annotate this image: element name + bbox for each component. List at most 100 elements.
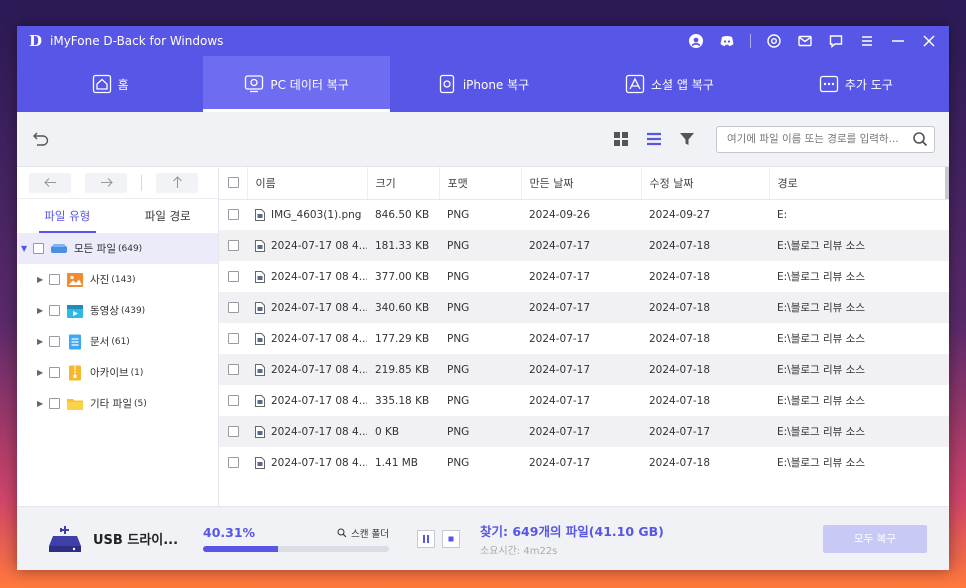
checkbox[interactable]	[33, 243, 44, 254]
tree-count: (143)	[111, 274, 136, 285]
stop-button[interactable]	[442, 529, 460, 548]
row-checkbox-cell[interactable]	[219, 385, 247, 416]
row-checkbox[interactable]	[228, 395, 239, 406]
col-size[interactable]: 크기	[367, 167, 440, 200]
table-body: IMG_4603(1).png 846.50 KB PNG 2024-09-26 202…	[219, 199, 949, 478]
row-checkbox-cell[interactable]	[219, 416, 247, 447]
collapse-triangle-icon[interactable]: ▶	[37, 368, 47, 377]
tree-item-other-files[interactable]: ▶ 기타 파일 (5)	[17, 388, 218, 419]
mail-icon[interactable]	[797, 33, 813, 49]
table-row[interactable]: 2024-07-17 08 4... 340.60 KB PNG 2024-07-17…	[219, 292, 949, 323]
grid-view-icon[interactable]	[613, 131, 629, 147]
table-row[interactable]: 2024-07-17 08 4... 377.00 KB PNG 2024-07-17…	[219, 261, 949, 292]
file-name: 2024-07-17 08 4...	[271, 363, 367, 376]
menu-icon[interactable]	[859, 33, 875, 49]
checkbox[interactable]	[49, 398, 60, 409]
table-row[interactable]: 2024-07-17 08 4... 0 KB PNG 2024-07-17 2024-…	[219, 416, 949, 447]
file-name: 2024-07-17 08 4...	[271, 394, 367, 407]
col-created[interactable]: 만든 날짜	[521, 167, 642, 200]
discord-icon[interactable]	[719, 33, 735, 49]
collapse-triangle-icon[interactable]: ▶	[37, 306, 47, 315]
stop-icon	[448, 536, 454, 541]
tab-file-type[interactable]: 파일 유형	[17, 199, 118, 233]
tab-home[interactable]: 홈	[17, 56, 203, 112]
tree-item-videos[interactable]: ▶ 동영상 (439)	[17, 295, 218, 326]
select-all-checkbox[interactable]	[228, 177, 239, 189]
pause-button[interactable]	[417, 529, 435, 548]
table-row[interactable]: 2024-07-17 08 4... 177.29 KB PNG 2024-07-17…	[219, 323, 949, 354]
row-checkbox-cell[interactable]	[219, 323, 247, 354]
tab-iphone-label: iPhone 복구	[462, 77, 530, 92]
search-input[interactable]	[727, 133, 912, 145]
collapse-triangle-icon[interactable]: ▶	[37, 275, 47, 284]
scan-controls	[417, 529, 460, 548]
col-format[interactable]: 포맷	[439, 167, 522, 200]
file-name: 2024-07-17 08 4...	[271, 270, 367, 283]
expand-triangle-icon[interactable]: ▼	[21, 244, 31, 253]
row-checkbox-cell[interactable]	[219, 354, 247, 385]
title-bar-icons	[688, 33, 937, 49]
col-path[interactable]: 경로	[769, 167, 949, 200]
row-checkbox-cell[interactable]	[219, 230, 247, 261]
tab-pc-label: PC 데이터 복구	[270, 77, 349, 92]
row-checkbox[interactable]	[228, 364, 239, 375]
collapse-triangle-icon[interactable]: ▶	[37, 399, 47, 408]
undo-icon[interactable]	[31, 129, 51, 149]
row-checkbox-cell[interactable]	[219, 261, 247, 292]
chat-icon[interactable]	[828, 33, 844, 49]
row-checkbox-cell[interactable]	[219, 199, 247, 230]
filter-icon[interactable]	[679, 131, 695, 147]
tree-item-documents[interactable]: ▶ 문서 (61)	[17, 326, 218, 357]
tree-item-photos[interactable]: ▶ 사진 (143)	[17, 264, 218, 295]
file-path: E:\블로그 리뷰 소스	[777, 457, 866, 469]
table-row[interactable]: 2024-07-17 08 4... 219.85 KB PNG 2024-07-17…	[219, 354, 949, 385]
tree-item-all-files[interactable]: ▼ 모든 파일 (649)	[17, 233, 218, 264]
account-icon[interactable]	[688, 33, 704, 49]
collapse-triangle-icon[interactable]: ▶	[37, 337, 47, 346]
recover-all-button[interactable]: 모두 복구	[823, 524, 927, 553]
tab-pc-data-recovery[interactable]: PC 데이터 복구	[203, 56, 391, 112]
row-checkbox[interactable]	[228, 209, 239, 221]
minimize-icon[interactable]	[890, 33, 906, 49]
row-checkbox[interactable]	[228, 271, 239, 282]
iphone-icon	[439, 74, 454, 94]
checkbox[interactable]	[49, 336, 60, 347]
search-icon[interactable]	[912, 131, 928, 147]
tab-file-path[interactable]: 파일 경로	[118, 199, 219, 233]
row-checkbox-cell[interactable]	[219, 447, 247, 478]
table-row[interactable]: IMG_4603(1).png 846.50 KB PNG 2024-09-26 202…	[219, 199, 949, 230]
file-path: E:\블로그 리뷰 소스	[769, 416, 949, 447]
row-checkbox[interactable]	[228, 333, 239, 344]
col-name[interactable]: 이름	[247, 167, 368, 200]
row-checkbox[interactable]	[228, 302, 239, 313]
tab-iphone-recovery[interactable]: iPhone 복구	[390, 56, 576, 112]
up-button[interactable]	[156, 172, 198, 193]
table-row[interactable]: 2024-07-17 08 4... 181.33 KB PNG 2024-07-17…	[219, 230, 949, 261]
settings-icon[interactable]	[766, 33, 782, 49]
tab-more-tools[interactable]: 추가 도구	[763, 56, 949, 112]
tab-social-app-recovery[interactable]: 소셜 앱 복구	[576, 56, 762, 112]
list-view-icon[interactable]	[646, 131, 662, 147]
select-all-cell[interactable]	[219, 167, 248, 200]
checkbox[interactable]	[49, 305, 60, 316]
close-icon[interactable]	[921, 33, 937, 49]
row-checkbox[interactable]	[228, 426, 239, 437]
sidebar-navigation	[17, 167, 218, 199]
checkbox[interactable]	[49, 367, 60, 378]
row-checkbox-cell[interactable]	[219, 292, 247, 323]
scan-folder-link[interactable]: 스캔 폴더	[337, 526, 389, 540]
file-format: PNG	[447, 208, 470, 221]
forward-button[interactable]	[85, 172, 127, 193]
table-row[interactable]: 2024-07-17 08 4... 1.41 MB PNG 2024-07-17 20…	[219, 447, 949, 478]
table-row[interactable]: 2024-07-17 08 4... 335.18 KB PNG 2024-07-17…	[219, 385, 949, 416]
social-app-icon	[625, 74, 645, 94]
tab-home-label: 홈	[117, 77, 129, 92]
home-icon	[92, 74, 111, 94]
checkbox[interactable]	[49, 274, 60, 285]
back-button[interactable]	[29, 172, 71, 193]
scrollbar[interactable]	[945, 167, 949, 199]
tree-item-archives[interactable]: ▶ 아카이브 (1)	[17, 357, 218, 388]
row-checkbox[interactable]	[228, 457, 239, 468]
row-checkbox[interactable]	[228, 240, 239, 251]
col-modified[interactable]: 수정 날짜	[641, 167, 770, 200]
